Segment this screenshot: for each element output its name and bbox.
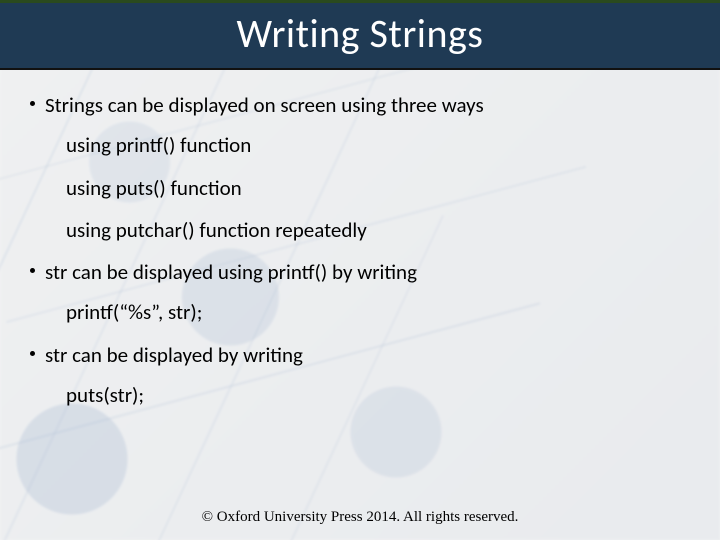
bullet-3-text: str can be displayed by writing xyxy=(45,342,303,368)
slide-title: Writing Strings xyxy=(0,9,720,58)
bullet-3: str can be displayed by writing xyxy=(30,342,690,368)
bullet-dot-icon xyxy=(30,268,35,273)
title-bar: Writing Strings xyxy=(0,0,720,70)
sub-bullet-1: using printf() function xyxy=(66,132,690,158)
bullet-1-text: Strings can be displayed on screen using… xyxy=(45,92,484,118)
bullet-dot-icon xyxy=(30,351,35,356)
bullet-1: Strings can be displayed on screen using… xyxy=(30,92,690,118)
sub-bullet-2: using puts() function xyxy=(66,175,690,201)
sub-bullet-3: using putchar() function repeatedly xyxy=(66,217,690,243)
bullet-dot-icon xyxy=(30,101,35,106)
bullet-2-text: str can be displayed using printf() by w… xyxy=(45,259,417,285)
slide: Writing Strings Strings can be displayed… xyxy=(0,0,720,540)
sub-bullet-5: puts(str); xyxy=(66,382,690,408)
copyright-footer: © Oxford University Press 2014. All righ… xyxy=(0,509,720,540)
sub-bullet-4: printf(“%s”, str); xyxy=(66,299,690,325)
bullet-2: str can be displayed using printf() by w… xyxy=(30,259,690,285)
slide-body: Strings can be displayed on screen using… xyxy=(0,70,720,509)
